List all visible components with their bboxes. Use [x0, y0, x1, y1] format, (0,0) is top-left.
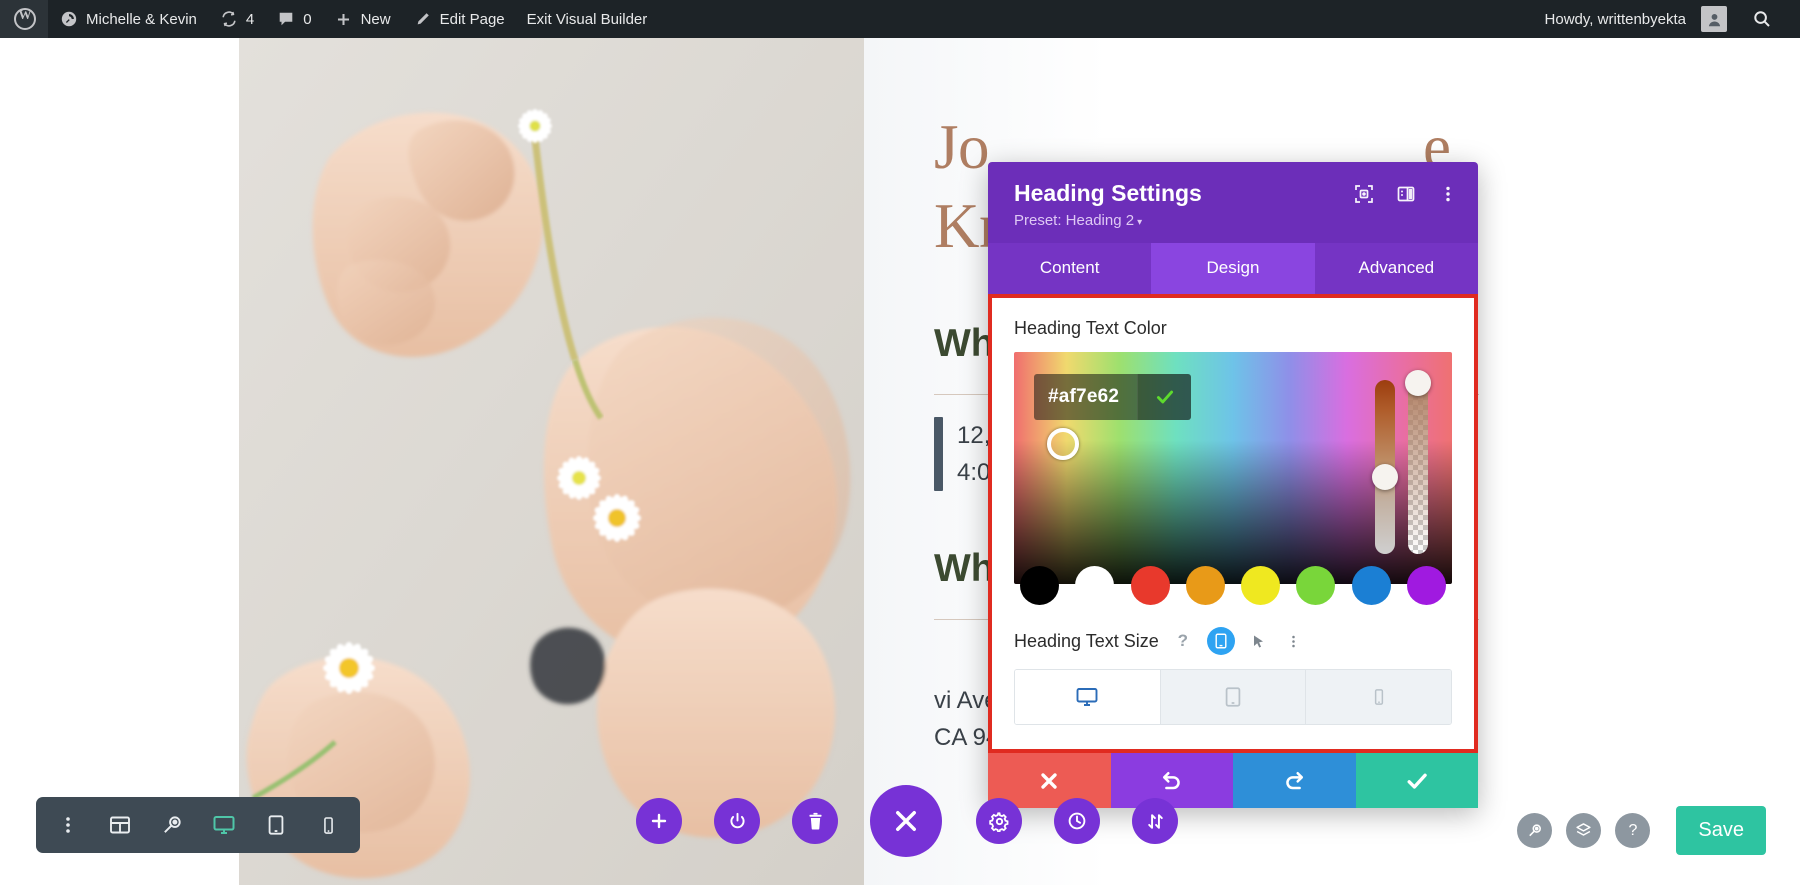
toolbar-wireframe[interactable] [96, 801, 144, 849]
toolbar-more[interactable] [44, 801, 92, 849]
new-content-button[interactable]: New [323, 0, 402, 38]
site-name-button[interactable]: Michelle & Kevin [48, 0, 208, 38]
delete-module-button[interactable] [792, 798, 838, 844]
apply-button[interactable] [1355, 753, 1478, 809]
search-button[interactable] [1517, 813, 1553, 848]
save-button[interactable]: Save [1676, 806, 1766, 855]
heading-text-color-label: Heading Text Color [1014, 318, 1167, 339]
hands-daisy-chain-photo [239, 38, 864, 885]
toolbar-tablet[interactable] [252, 801, 300, 849]
wordpress-logo-button[interactable] [0, 0, 48, 38]
device-desktop[interactable] [1015, 670, 1161, 725]
question-mark-icon-help: ? [1628, 821, 1638, 839]
toolbar-phone[interactable] [304, 801, 352, 849]
preset-selector[interactable]: Preset: Heading 2 ▾ [1014, 212, 1354, 229]
meta-accent-bar [934, 416, 943, 491]
swatch-purple[interactable] [1406, 566, 1446, 606]
reorder-button[interactable] [1132, 798, 1178, 844]
color-swatch-row [1014, 566, 1452, 606]
hex-confirm-button[interactable] [1137, 374, 1192, 421]
search-icon [1752, 9, 1772, 29]
modal-header-icons [1354, 180, 1458, 204]
hex-input[interactable]: #af7e62 [1034, 374, 1137, 420]
plus-icon [334, 9, 354, 29]
page-title-line1-start: Jo [934, 112, 990, 182]
settings-button[interactable] [976, 798, 1022, 844]
heading-text-size-row: Heading Text Size ? [1014, 627, 1452, 656]
cursor-arrow-icon[interactable] [1248, 630, 1270, 652]
user-avatar-icon [1701, 6, 1727, 32]
wordpress-icon [14, 7, 36, 30]
layers-button[interactable] [1566, 813, 1602, 848]
comments-count: 0 [303, 10, 312, 28]
preset-label: Preset: Heading 2 [1014, 212, 1135, 230]
swatch-blue[interactable] [1351, 566, 1391, 606]
exit-visual-builder-button[interactable]: Exit Visual Builder [516, 0, 659, 38]
swatch-white[interactable] [1075, 566, 1115, 606]
toolbar-desktop[interactable] [200, 801, 248, 849]
howdy-label: Howdy, writtenbyekta [1544, 10, 1686, 28]
page-canvas: Joxxxxxxxxxxxxxxe Kn Wh 12, 2025 4:00pm … [0, 38, 1800, 885]
toggle-module-button[interactable] [714, 798, 760, 844]
comments-button[interactable]: 0 [265, 0, 322, 38]
swatch-green[interactable] [1296, 566, 1336, 606]
admin-search-button[interactable] [1738, 0, 1786, 38]
heading-settings-modal: Heading Settings Preset: Heading 2 ▾ Con… [988, 162, 1478, 809]
visual-builder-screen: Michelle & Kevin 4 0 [0, 0, 1800, 885]
chevron-down-icon: ▾ [1137, 217, 1143, 229]
question-mark-icon[interactable]: ? [1172, 630, 1194, 652]
builder-toolbar [36, 797, 360, 853]
swatch-black[interactable] [1020, 566, 1059, 606]
focus-target-icon[interactable] [1354, 184, 1374, 204]
tab-design[interactable]: Design [1151, 243, 1315, 295]
saturation-handle[interactable] [1047, 428, 1079, 461]
history-button[interactable] [1054, 798, 1100, 844]
color-picker-canvas[interactable]: #af7e62 [1014, 352, 1452, 585]
modal-tabs: Content Design Advanced [988, 243, 1478, 295]
admin-bar-right: Howdy, writtenbyekta [1534, 0, 1800, 38]
builder-center-actions [636, 785, 1210, 857]
panel-layout-icon[interactable] [1396, 184, 1416, 204]
modal-header-text: Heading Settings Preset: Heading 2 ▾ [1014, 180, 1354, 229]
device-phone[interactable] [1306, 670, 1451, 725]
redo-button[interactable] [1233, 753, 1356, 809]
revisions-button[interactable]: 4 [208, 0, 265, 38]
close-builder-button[interactable] [870, 785, 942, 857]
new-content-label: New [360, 10, 391, 28]
alpha-slider[interactable] [1408, 380, 1428, 555]
tab-content[interactable]: Content [988, 243, 1151, 294]
modal-header: Heading Settings Preset: Heading 2 ▾ [988, 162, 1478, 244]
comment-icon [276, 9, 296, 29]
swatch-orange[interactable] [1185, 566, 1225, 606]
dashboard-icon [59, 9, 79, 29]
toolbar-zoom[interactable] [148, 801, 196, 849]
account-menu-button[interactable]: Howdy, writtenbyekta [1534, 0, 1738, 38]
revisions-count: 4 [245, 10, 255, 28]
builder-right-actions: ? Save [1517, 806, 1766, 855]
tab-advanced[interactable]: Advanced [1315, 243, 1478, 294]
revisions-icon [219, 9, 239, 29]
help-button[interactable]: ? [1615, 813, 1651, 848]
wp-admin-bar: Michelle & Kevin 4 0 [0, 0, 1800, 38]
modal-body: Heading Text Color #af7e62 Heading Text … [988, 294, 1478, 754]
pencil-icon [413, 9, 433, 29]
modal-title: Heading Settings [1014, 180, 1202, 206]
hero-image-column [239, 38, 864, 885]
edit-page-label: Edit Page [439, 10, 505, 28]
hex-input-group: #af7e62 [1034, 374, 1192, 421]
swatch-red[interactable] [1130, 566, 1170, 606]
edit-page-button[interactable]: Edit Page [402, 0, 516, 38]
device-preview-tabs [1014, 669, 1452, 726]
admin-bar-left: Michelle & Kevin 4 0 [0, 0, 658, 38]
heading-text-size-label: Heading Text Size [1014, 630, 1159, 651]
more-vertical-icon[interactable] [1438, 184, 1458, 204]
add-module-button[interactable] [636, 798, 682, 844]
mobile-responsive-icon[interactable] [1206, 627, 1235, 656]
device-tablet[interactable] [1160, 670, 1307, 725]
next-field-peek [1014, 725, 1452, 742]
exit-visual-builder-label: Exit Visual Builder [526, 10, 648, 28]
swatch-yellow[interactable] [1241, 566, 1281, 606]
site-name-label: Michelle & Kevin [86, 10, 197, 28]
more-vertical-icon-size[interactable] [1283, 630, 1305, 652]
